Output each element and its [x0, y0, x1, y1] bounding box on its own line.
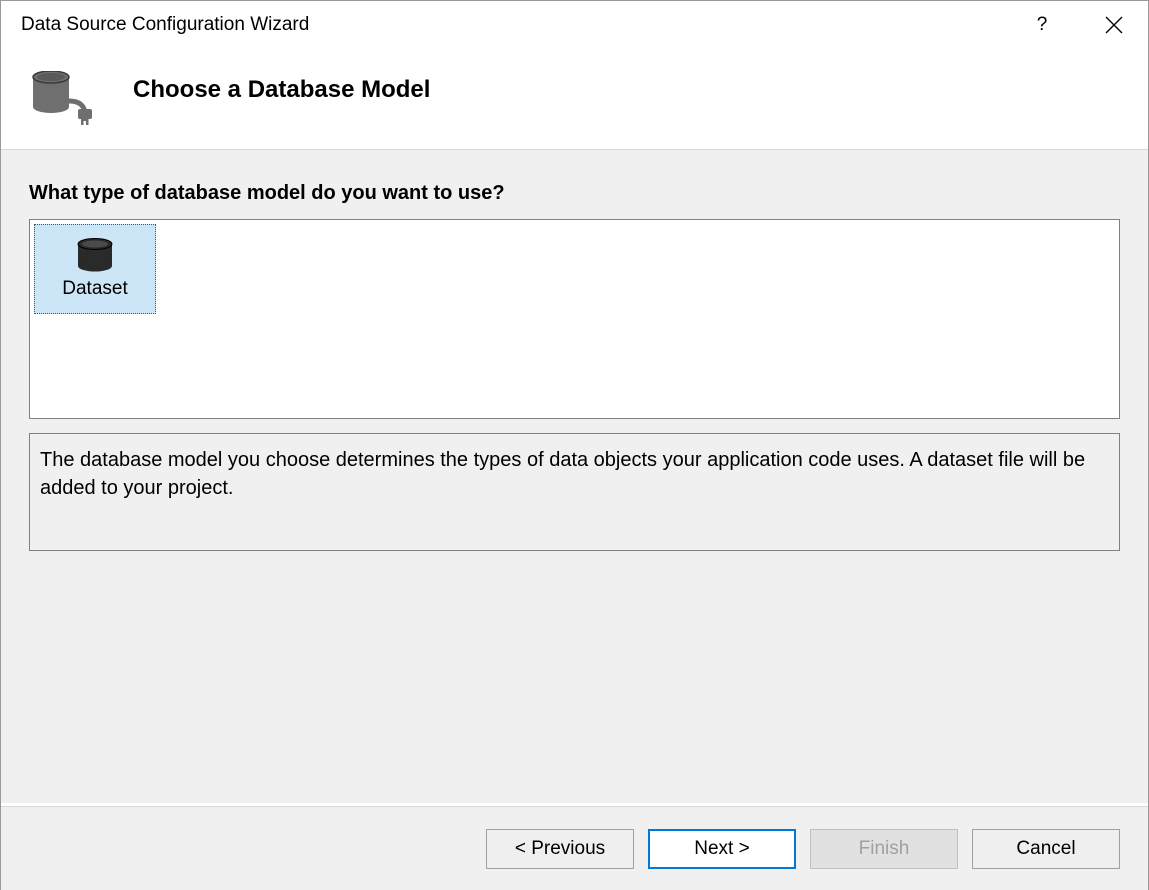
titlebar: Data Source Configuration Wizard ? — [1, 1, 1148, 49]
close-button[interactable] — [1094, 5, 1134, 45]
help-icon: ? — [1037, 14, 1048, 36]
description-box: The database model you choose determines… — [29, 433, 1120, 551]
finish-button: Finish — [810, 829, 958, 869]
finish-button-label: Finish — [859, 838, 910, 860]
next-button-label: Next > — [694, 838, 749, 860]
window-title: Data Source Configuration Wizard — [21, 14, 309, 36]
previous-button[interactable]: < Previous — [486, 829, 634, 869]
model-type-list[interactable]: Dataset — [29, 219, 1120, 419]
previous-button-label: < Previous — [515, 838, 605, 860]
help-button[interactable]: ? — [1022, 5, 1062, 45]
cancel-button[interactable]: Cancel — [972, 829, 1120, 869]
wizard-header: Choose a Database Model — [1, 49, 1148, 149]
description-text: The database model you choose determines… — [40, 446, 1109, 502]
wizard-content: What type of database model do you want … — [1, 149, 1148, 803]
wizard-step-title: Choose a Database Model — [133, 76, 430, 104]
wizard-footer: < Previous Next > Finish Cancel — [1, 806, 1148, 890]
database-plug-icon — [29, 71, 99, 127]
question-label: What type of database model do you want … — [29, 182, 1120, 205]
close-icon — [1105, 16, 1123, 34]
model-item-label: Dataset — [62, 278, 127, 300]
titlebar-controls: ? — [1022, 5, 1134, 45]
database-icon — [75, 238, 115, 274]
model-item-dataset[interactable]: Dataset — [34, 224, 156, 314]
next-button[interactable]: Next > — [648, 829, 796, 869]
cancel-button-label: Cancel — [1016, 838, 1075, 860]
